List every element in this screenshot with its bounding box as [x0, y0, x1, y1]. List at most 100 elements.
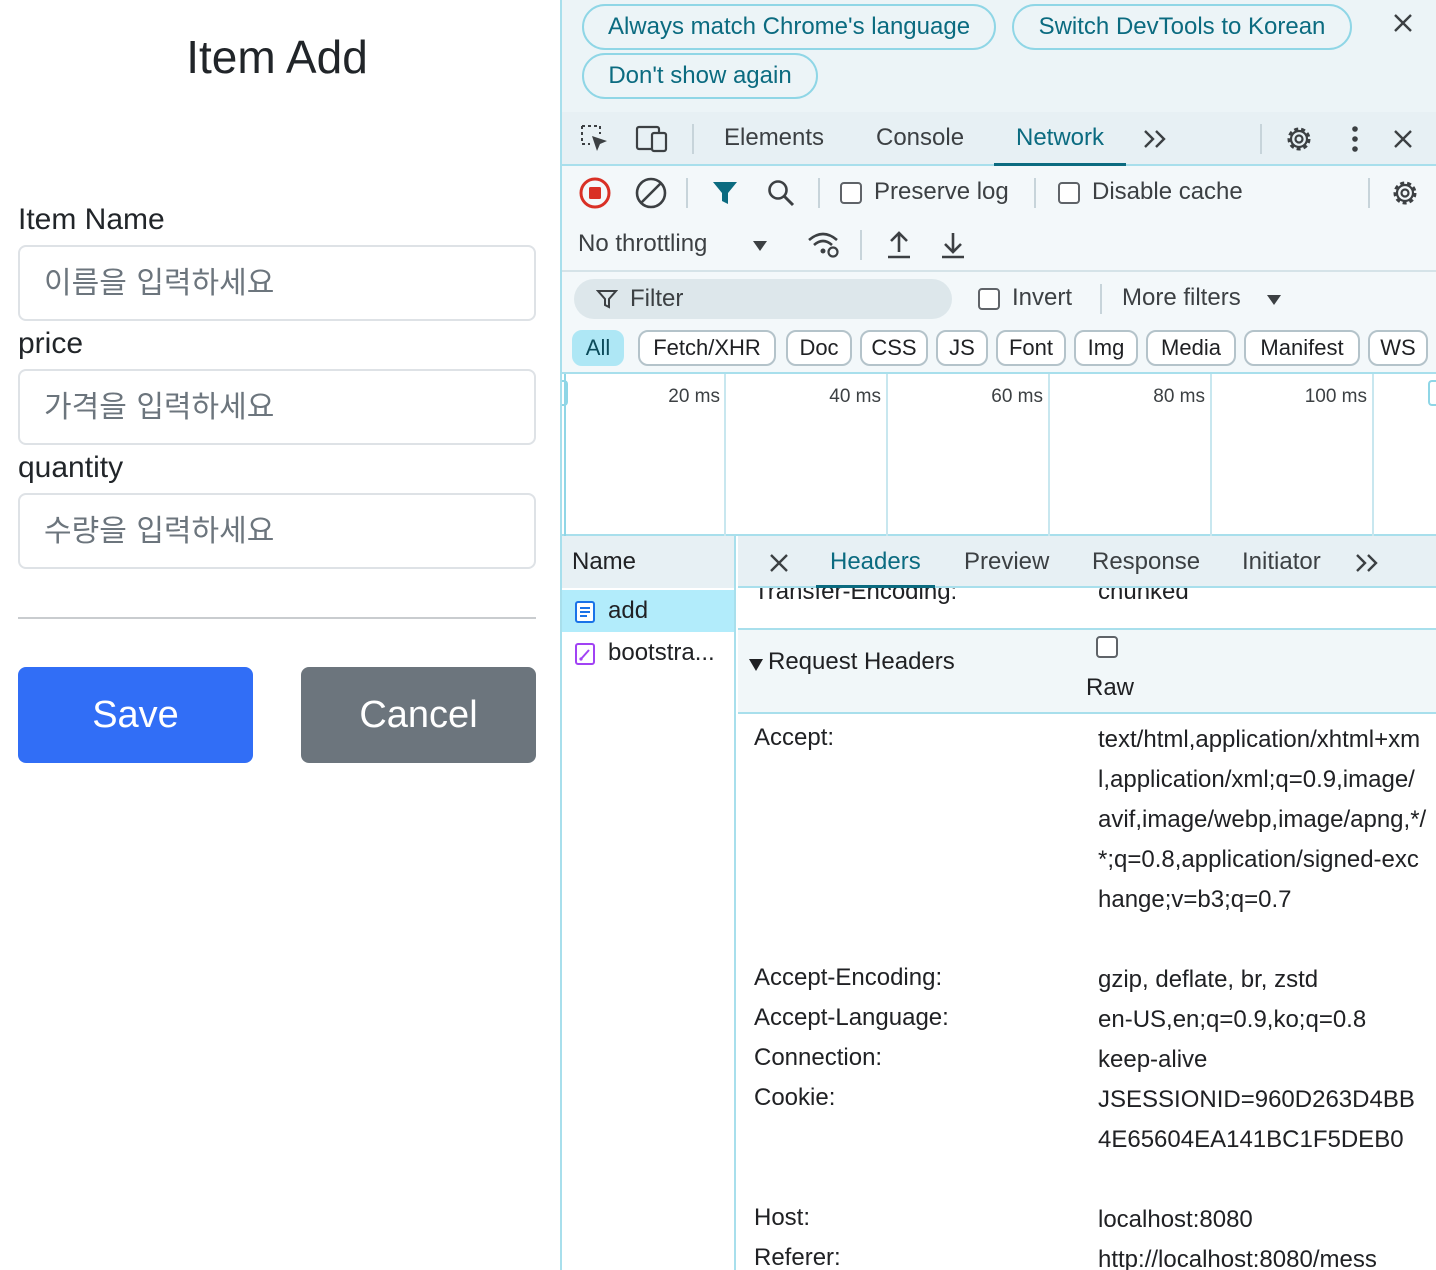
grid-line — [1210, 374, 1212, 536]
more-tabs-icon[interactable] — [1140, 124, 1170, 154]
settings-gear-icon[interactable] — [1280, 122, 1318, 156]
type-filter-css[interactable]: CSS — [860, 330, 928, 366]
disable-cache-checkbox[interactable] — [1058, 182, 1080, 204]
header-name: Host: — [754, 1204, 811, 1231]
request-name: bootstra... — [608, 639, 715, 666]
switch-devtools-korean-button[interactable]: Switch DevTools to Korean — [1012, 4, 1352, 50]
timeline-left-edge — [564, 374, 566, 536]
clear-icon[interactable] — [632, 174, 670, 212]
language-infobar: Always match Chrome's language Switch De… — [562, 0, 1436, 112]
timeline-right-handle[interactable] — [1428, 380, 1436, 406]
network-conditions-icon[interactable] — [806, 228, 842, 262]
header-name: Referer: — [754, 1244, 841, 1270]
more-filters-dropdown[interactable]: More filters — [1122, 284, 1241, 312]
type-filter-js[interactable]: JS — [936, 330, 988, 366]
devtools-main-tabs: Elements Console Network — [562, 112, 1436, 166]
separator — [1100, 284, 1102, 314]
tab-network[interactable]: Network — [994, 112, 1127, 166]
filter-input[interactable]: Filter — [574, 279, 952, 319]
preserve-log-label[interactable]: Preserve log — [874, 178, 1009, 206]
dont-show-again-button[interactable]: Don't show again — [582, 53, 818, 99]
partial-header-row: Transfer-Encoding: chunked — [738, 588, 1436, 628]
cancel-button[interactable]: Cancel — [301, 667, 536, 763]
download-icon[interactable] — [936, 228, 970, 262]
type-filter-fetch-xhr[interactable]: Fetch/XHR — [638, 330, 776, 366]
tab-headers[interactable]: Headers — [816, 536, 935, 588]
tab-preview[interactable]: Preview — [964, 536, 1049, 588]
network-settings-gear-icon[interactable] — [1386, 176, 1424, 210]
type-filter-img[interactable]: Img — [1074, 330, 1138, 366]
request-headers-title: Request Headers — [768, 648, 955, 675]
type-filter-manifest[interactable]: Manifest — [1244, 330, 1360, 366]
header-value: JSESSIONID=960D263D4BB4E65604EA141BC1F5D… — [1098, 1086, 1415, 1153]
request-row-add[interactable]: add — [562, 590, 734, 632]
quantity-input[interactable] — [18, 493, 536, 569]
invert-label[interactable]: Invert — [1012, 284, 1072, 312]
more-filters-chevron-icon[interactable] — [1264, 290, 1284, 310]
timeline-tick-label: 100 ms — [1304, 386, 1367, 407]
grid-line — [886, 374, 888, 536]
type-filter-font[interactable]: Font — [996, 330, 1066, 366]
more-options-icon[interactable] — [1340, 122, 1370, 156]
search-icon[interactable] — [764, 176, 798, 210]
request-headers-section[interactable]: Request Headers Raw — [738, 628, 1436, 714]
raw-label[interactable]: Raw — [1086, 674, 1134, 702]
close-icon[interactable] — [1388, 8, 1418, 38]
timeline-tick-label: 80 ms — [1153, 386, 1205, 407]
raw-checkbox[interactable] — [1096, 636, 1118, 658]
stop-recording-icon[interactable] — [576, 174, 614, 212]
type-filter-doc[interactable]: Doc — [786, 330, 852, 366]
tab-initiator[interactable]: Initiator — [1242, 536, 1321, 588]
grid-line — [1372, 374, 1374, 536]
network-toolbar-row-2: No throttling — [562, 220, 1436, 272]
network-overview-timeline[interactable]: 20 ms 40 ms 60 ms 80 ms 100 ms — [562, 372, 1436, 536]
close-devtools-icon[interactable] — [1388, 124, 1418, 154]
separator — [818, 178, 820, 208]
timeline-tick-label: 60 ms — [991, 386, 1043, 407]
inspect-element-icon[interactable] — [578, 122, 612, 156]
page-title: Item Add — [186, 31, 368, 83]
separator — [692, 124, 694, 154]
stylesheet-icon — [575, 643, 595, 665]
quantity-label: quantity — [18, 451, 124, 484]
price-input[interactable] — [18, 369, 536, 445]
filter-funnel-icon[interactable] — [708, 176, 742, 210]
timeline-tick-label: 20 ms — [668, 386, 720, 407]
request-detail-panel: Headers Preview Response Initiator Trans… — [738, 536, 1436, 1270]
request-row-bootstrap[interactable]: bootstra... — [562, 632, 734, 674]
devtools-panel: Always match Chrome's language Switch De… — [560, 0, 1436, 1270]
chevron-down-icon[interactable] — [750, 236, 770, 256]
preserve-log-checkbox[interactable] — [840, 182, 862, 204]
header-name: Cookie: — [754, 1084, 836, 1111]
name-column-header[interactable]: Name — [562, 536, 734, 588]
divider — [18, 617, 536, 619]
more-detail-tabs-icon[interactable] — [1352, 548, 1382, 578]
header-value: keep-alive — [1098, 1046, 1208, 1073]
header-value: http://localhost:8080/mess — [1098, 1246, 1377, 1270]
type-filter-ws[interactable]: WS — [1368, 330, 1428, 366]
timeline-tick-label: 40 ms — [829, 386, 881, 407]
save-button[interactable]: Save — [18, 667, 253, 763]
invert-checkbox[interactable] — [978, 288, 1000, 310]
type-filter-media[interactable]: Media — [1146, 330, 1236, 366]
tab-elements[interactable]: Elements — [724, 112, 824, 164]
item-name-input[interactable] — [18, 245, 536, 321]
web-page: Item Add Item Name price quantity Save C… — [0, 0, 560, 1270]
upload-icon[interactable] — [882, 228, 916, 262]
header-value: chunked — [1098, 588, 1189, 605]
tab-response[interactable]: Response — [1092, 536, 1200, 588]
grid-line — [1048, 374, 1050, 536]
type-filter-all[interactable]: All — [572, 330, 624, 366]
disable-cache-label[interactable]: Disable cache — [1092, 178, 1243, 206]
filter-placeholder: Filter — [630, 285, 684, 312]
separator — [1260, 124, 1262, 154]
always-match-language-button[interactable]: Always match Chrome's language — [582, 4, 996, 50]
request-list: Name add bootstra... — [562, 536, 736, 1270]
tab-console[interactable]: Console — [876, 112, 964, 164]
throttling-select[interactable]: No throttling — [578, 230, 707, 258]
device-toolbar-icon[interactable] — [634, 122, 670, 156]
close-detail-icon[interactable] — [764, 548, 794, 578]
header-value: gzip, deflate, br, zstd — [1098, 966, 1319, 993]
triangle-down-icon — [749, 659, 763, 671]
header-name: Accept-Language: — [754, 1004, 949, 1031]
